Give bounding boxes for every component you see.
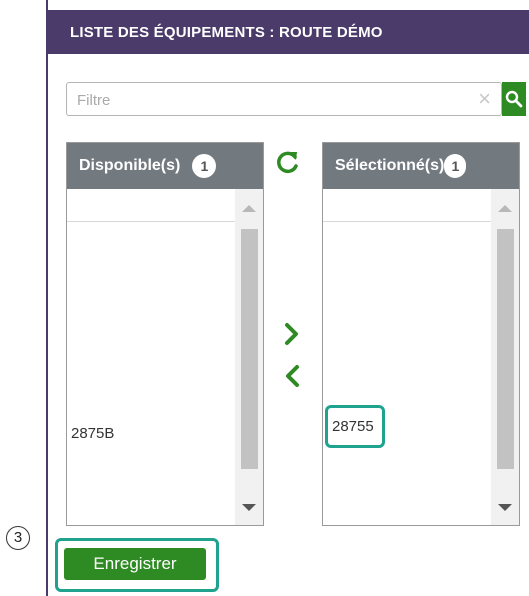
selected-list[interactable]: Sélectionné(s) 1 28755 [322,142,520,526]
filter-field[interactable]: × [66,82,502,117]
available-count-badge: 1 [192,154,217,178]
list-item[interactable]: 2875B [71,425,114,442]
scroll-down-icon[interactable] [242,504,256,511]
search-icon [505,90,523,108]
selected-count-badge: 1 [444,154,467,178]
available-list[interactable]: Disponible(s) 1 2875B [66,142,264,526]
scroll-up-icon[interactable] [242,205,256,212]
available-list-header: Disponible(s) 1 [67,143,263,189]
selected-scrollbar[interactable] [491,189,519,525]
scroll-down-icon[interactable] [498,504,512,511]
search-button[interactable] [502,82,526,116]
save-button[interactable]: Enregistrer [64,548,206,580]
filter-input[interactable] [75,83,459,117]
list-divider [67,221,235,222]
selected-list-header: Sélectionné(s) 1 [323,143,519,189]
scroll-thumb[interactable] [497,229,514,469]
refresh-icon[interactable] [274,148,300,181]
scroll-thumb[interactable] [241,229,258,469]
clear-icon[interactable]: × [478,87,491,111]
selected-list-title: Sélectionné(s) [335,157,445,174]
move-left-icon[interactable] [284,364,300,393]
panel-title: LISTE DES ÉQUIPEMENTS : ROUTE DÉMO [48,10,529,54]
list-divider [323,221,491,222]
list-item[interactable]: 28755 [325,405,385,448]
available-list-title: Disponible(s) [79,157,181,174]
move-right-icon[interactable] [284,322,300,351]
scroll-up-icon[interactable] [498,205,512,212]
step-number-badge: 3 [6,526,30,550]
available-scrollbar[interactable] [235,189,263,525]
equipment-panel: LISTE DES ÉQUIPEMENTS : ROUTE DÉMO × Dis… [46,0,529,596]
